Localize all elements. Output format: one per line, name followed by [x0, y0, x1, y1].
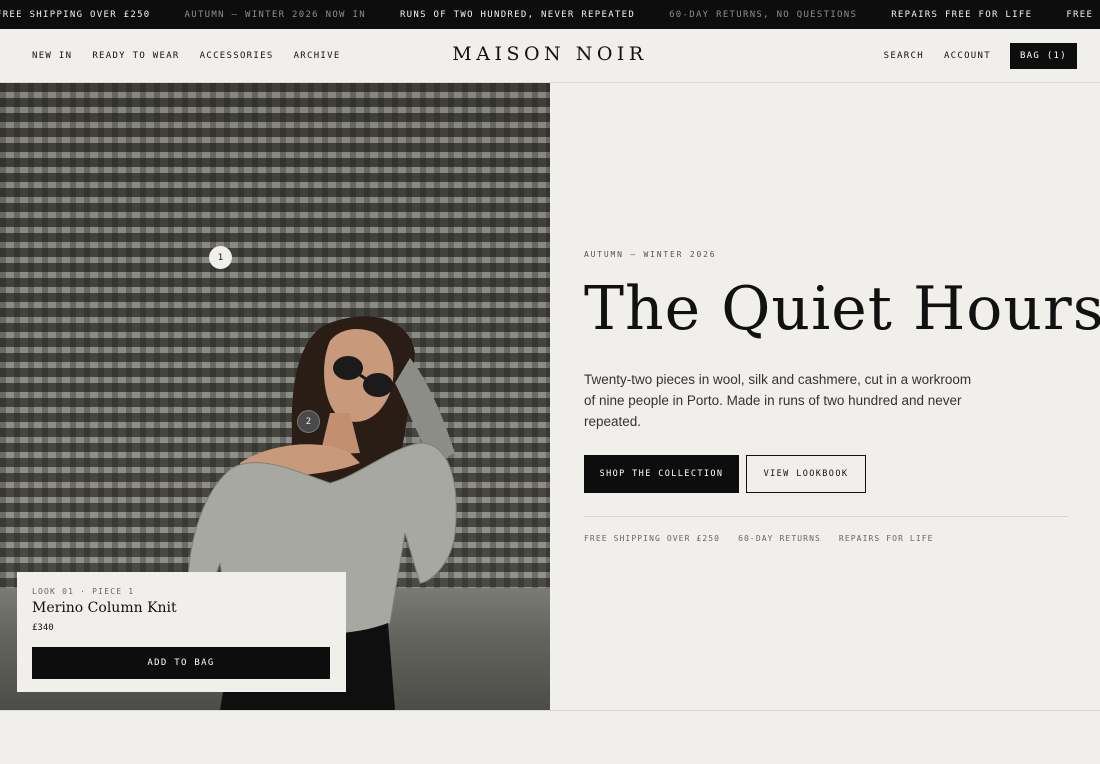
account-link[interactable]: ACCOUNT	[944, 51, 991, 61]
perk-item: FREE SHIPPING OVER £250	[584, 534, 721, 543]
cta-row: SHOP THE COLLECTION VIEW LOOKBOOK	[584, 455, 866, 493]
search-link[interactable]: SEARCH	[884, 51, 924, 61]
utility-nav: SEARCH ACCOUNT BAG (1)	[864, 29, 1077, 83]
nav-archive[interactable]: ARCHIVE	[294, 51, 341, 61]
announcement-ticker: FREE SHIPPING OVER £250 AUTUMN — WINTER …	[0, 0, 1100, 29]
ticker-item: REPAIRS FREE FOR LIFE	[891, 9, 1033, 20]
ticker-track: FREE SHIPPING OVER £250 AUTUMN — WINTER …	[0, 0, 1100, 29]
site-header: NEW IN READY TO WEAR ACCESSORIES ARCHIVE…	[0, 29, 1100, 83]
perk-item: 60-DAY RETURNS	[738, 534, 821, 543]
hero-title: The Quiet Hours	[584, 274, 1100, 344]
perks-list: FREE SHIPPING OVER £250 60-DAY RETURNS R…	[584, 534, 952, 543]
product-eyebrow: LOOK 01 · PIECE 1	[32, 587, 135, 596]
perk-item: REPAIRS FOR LIFE	[838, 534, 934, 543]
primary-nav: NEW IN READY TO WEAR ACCESSORIES ARCHIVE	[32, 29, 361, 83]
ticker-item: FREE SHIPPING OVER £250	[0, 9, 151, 20]
hotspot-1[interactable]: 1	[209, 246, 232, 269]
ticker-item: AUTUMN — WINTER 2026 NOW IN	[184, 9, 366, 20]
nav-ready-to-wear[interactable]: READY TO WEAR	[92, 51, 179, 61]
product-price: £340	[32, 623, 54, 633]
bag-button[interactable]: BAG (1)	[1009, 43, 1077, 69]
ticker-item: RUNS OF TWO HUNDRED, NEVER REPEATED	[399, 9, 636, 20]
hotspot-2[interactable]: 2	[297, 410, 320, 433]
season-eyebrow: AUTUMN — WINTER 2026	[584, 250, 717, 259]
product-name[interactable]: Merino Column Knit	[32, 600, 177, 616]
nav-new-in[interactable]: NEW IN	[32, 51, 72, 61]
product-card: LOOK 01 · PIECE 1 Merino Column Knit £34…	[17, 572, 346, 692]
divider	[584, 516, 1068, 517]
shop-collection-button[interactable]: SHOP THE COLLECTION	[584, 455, 739, 493]
add-to-bag-button[interactable]: ADD TO BAG	[32, 647, 330, 679]
section-divider	[0, 710, 1100, 711]
ticker-item: FREE SHIPPING OVER £250	[1066, 9, 1100, 20]
ticker-item: 60-DAY RETURNS, NO QUESTIONS	[669, 9, 858, 20]
nav-accessories[interactable]: ACCESSORIES	[200, 51, 274, 61]
view-lookbook-button[interactable]: VIEW LOOKBOOK	[746, 455, 866, 493]
hero-description: Twenty-two pieces in wool, silk and cash…	[584, 372, 972, 429]
